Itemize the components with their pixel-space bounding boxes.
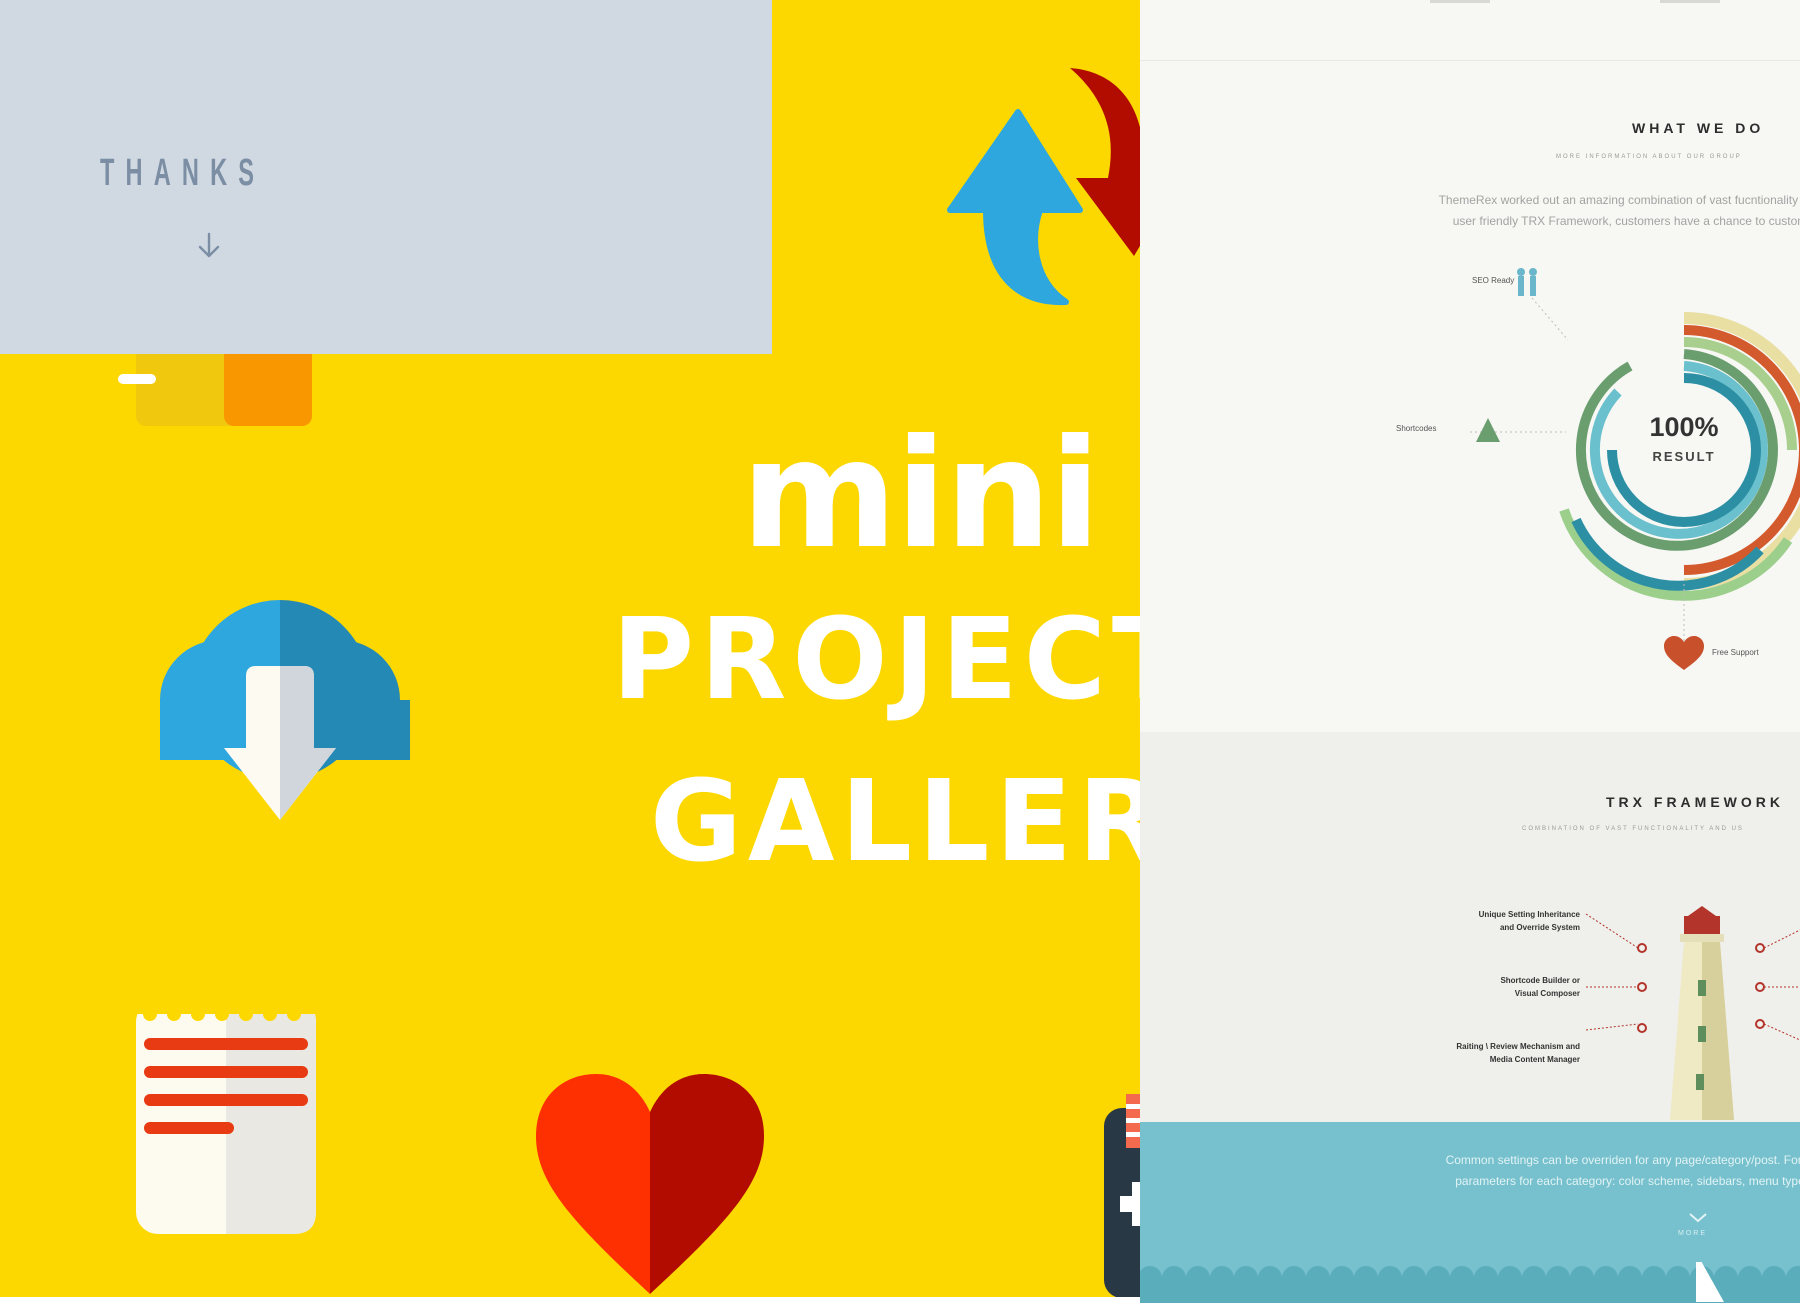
tent-icon xyxy=(1476,418,1500,442)
sea-line: Common settings can be overriden for any… xyxy=(1445,1153,1800,1167)
what-we-do-subtitle: MORE INFORMATION ABOUT OUR GROUP xyxy=(1556,154,1742,160)
calculator-icon xyxy=(1104,1082,1140,1297)
what-we-do-title: WHAT WE DO xyxy=(1632,120,1765,136)
people-icon xyxy=(1517,268,1537,296)
hero-title-mini: mini xyxy=(741,408,1101,582)
heart-small-icon xyxy=(1664,636,1704,670)
heart-icon xyxy=(536,1074,764,1294)
sea-text: Common settings can be overriden for any… xyxy=(1370,1150,1800,1192)
refresh-arrows-icon xyxy=(947,68,1140,306)
donut-center-value: 100% xyxy=(1649,412,1719,442)
hero-title-gallery: GALLERY xyxy=(650,757,1140,887)
lighthouse-illustration xyxy=(1585,906,1800,1120)
trx-subtitle: COMBINATION OF VAST FUNCTIONALITY AND US xyxy=(1522,826,1744,832)
donut-center-label: RESULT xyxy=(1652,449,1716,464)
shortcodes-label: Shortcodes xyxy=(1396,424,1437,433)
poster-panel: THANKS mini PROJECT GALLERY xyxy=(0,0,1140,1297)
thanks-card: THANKS xyxy=(0,0,772,354)
arrow-down-icon[interactable] xyxy=(196,230,222,262)
support-label: Free Support xyxy=(1712,648,1759,657)
body-line: ThemeRex worked out an amazing combinati… xyxy=(1438,193,1800,207)
body-line: user friendly TRX Framework, customers h… xyxy=(1452,214,1800,228)
what-we-do-body: ThemeRex worked out an amazing combinati… xyxy=(1370,190,1800,232)
trx-title: TRX FRAMEWORK xyxy=(1606,794,1784,810)
site-header xyxy=(1140,0,1800,61)
more-link[interactable]: MORE xyxy=(1678,1230,1707,1237)
chevron-down-icon[interactable] xyxy=(1688,1212,1708,1224)
cloud-download-icon xyxy=(160,600,410,820)
website-preview: WHAT WE DO MORE INFORMATION ABOUT OUR GR… xyxy=(1140,0,1800,1303)
thanks-title: THANKS xyxy=(100,152,266,194)
donut-diagram xyxy=(1470,268,1800,670)
waves-illustration xyxy=(1140,1262,1800,1303)
notepad-icon xyxy=(136,1000,316,1234)
hero-title-project: PROJECT xyxy=(612,595,1140,725)
sea-line: parameters for each category: color sche… xyxy=(1455,1174,1800,1188)
seo-label: SEO Ready xyxy=(1472,276,1515,285)
